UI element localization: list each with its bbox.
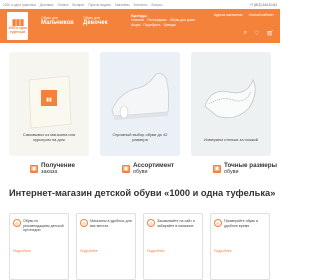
info-card[interactable]: ◎ Обувь по рекомендациям детской ортопед… [9, 213, 69, 280]
phone-number[interactable]: +7 (812) 244-10-61 [250, 3, 277, 7]
top-link[interactable]: Оплата [57, 3, 68, 7]
header-right-links: Адреса магазинов Личный кабинет [214, 13, 274, 17]
top-link[interactable]: Магазины [115, 3, 130, 7]
feature-sizes: ▣ Точные размеры обуви [213, 162, 278, 175]
top-link[interactable]: Контакты [134, 3, 148, 7]
more-link[interactable]: Подробнее [13, 249, 31, 253]
logo-figures-icon: ▮▮▮ [11, 16, 25, 27]
stores-link[interactable]: Адреса магазинов [214, 13, 243, 17]
info-card[interactable]: ◎ Заказывайте на сайт и забирайте в мага… [143, 213, 203, 280]
hero-card-measure[interactable]: Измеряем стельки за ножкой [191, 52, 271, 156]
category-girls[interactable]: Обувь для Девочек [83, 16, 108, 26]
header: ▮▮▮ 1000 и одна туфелька Обувь для Мальч… [0, 9, 280, 43]
hero-card-assortment[interactable]: Огромный выбор обуви до 42 размера [100, 52, 180, 156]
more-link[interactable]: Подробнее [214, 249, 232, 253]
svg-text:▮▮: ▮▮ [46, 97, 52, 103]
store-icon: ◎ [80, 219, 88, 227]
hero-caption: Измеряем стельки за ножкой [204, 137, 258, 142]
top-link[interactable]: Доставка [40, 3, 54, 7]
ruler-icon: ▣ [213, 164, 221, 173]
search-icon[interactable]: ⌕ [244, 30, 247, 37]
top-link[interactable]: Возврат [72, 3, 84, 7]
feature-assortment: ▣ Ассортимент обуви [122, 162, 175, 175]
hero-caption: Самовывоз из магазина или курьером на до… [22, 132, 76, 142]
logo-text: 1000 и одна туфелька [8, 25, 27, 34]
page-title: Интернет-магазин детской обуви «1000 и о… [9, 188, 276, 198]
header-center-menu: Бренды Новинки Распродажа Обувь для дома… [131, 13, 195, 28]
hero-card-pickup[interactable]: ▮▮ Самовывоз из магазина или курьером на… [9, 52, 89, 156]
menu-brands[interactable]: Бренды [164, 23, 176, 28]
more-link[interactable]: Подробнее [80, 249, 98, 253]
top-link[interactable]: 1000 и одна туфелька [3, 3, 36, 7]
fitting-icon: ◎ [214, 219, 222, 227]
feature-pickup: ▣ Получение заказа [30, 162, 75, 175]
top-strip: 1000 и одна туфелька Доставка Оплата Воз… [0, 0, 280, 9]
logo[interactable]: ▮▮▮ 1000 и одна туфелька [7, 12, 28, 40]
menu-promo[interactable]: Акции [131, 23, 140, 28]
cart-icon[interactable]: 🛒︎ [266, 30, 274, 37]
top-link[interactable]: Пункты выдачи [88, 3, 111, 7]
account-link[interactable]: Личный кабинет [248, 13, 274, 17]
order-icon: ◎ [147, 219, 155, 227]
info-card[interactable]: ◎ Магазины в удобных для вас местах Подр… [76, 213, 136, 280]
hero-caption: Огромный выбор обуви до 42 размера [112, 132, 168, 142]
bag-icon: ▣ [30, 164, 38, 173]
more-link[interactable]: Подробнее [147, 249, 165, 253]
heart-icon[interactable]: ♡ [254, 30, 259, 37]
category-boys[interactable]: Обувь для Мальчиков [41, 16, 74, 26]
header-icons: ⌕ ♡ 🛒︎ [244, 30, 274, 37]
menu-pick[interactable]: Подобрать [143, 23, 160, 28]
info-card[interactable]: ◎ Примеряйте обувь в удобное время Подро… [210, 213, 270, 280]
shoe-icon: ▣ [122, 164, 130, 173]
orthopedic-icon: ◎ [13, 219, 21, 227]
top-link[interactable]: Бонусы [151, 3, 162, 7]
